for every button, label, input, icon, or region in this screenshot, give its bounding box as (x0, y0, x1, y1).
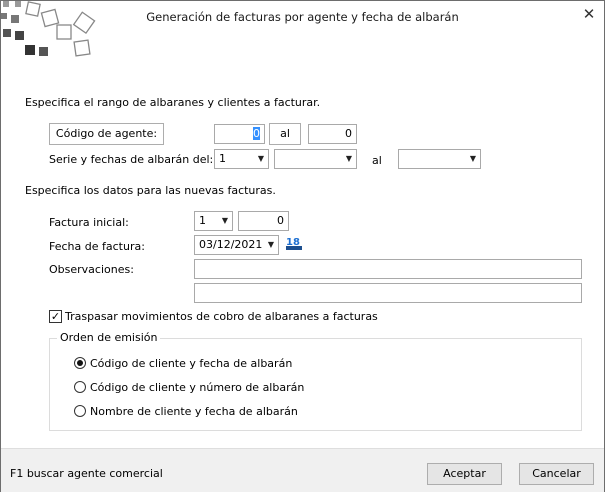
agent-from-value: 0 (253, 127, 260, 140)
title-bar: Generación de facturas por agente y fech… (1, 1, 604, 57)
footer-hint: F1 buscar agente comercial (10, 467, 163, 480)
footer-bar: F1 buscar agente comercial Aceptar Cance… (1, 448, 604, 492)
order-radio-1[interactable] (74, 357, 86, 369)
al-button[interactable]: al (269, 123, 301, 145)
al-label: al (372, 154, 382, 167)
agent-from-field[interactable]: 0 (214, 124, 265, 144)
chevron-down-icon: ▼ (267, 240, 274, 249)
initial-serie-select[interactable]: 1 ▼ (194, 211, 233, 231)
order-option-2-label[interactable]: Código de cliente y número de albarán (90, 381, 304, 394)
dialog-window: Generación de facturas por agente y fech… (0, 0, 605, 492)
accept-button[interactable]: Aceptar (427, 463, 502, 485)
serie-value: 1 (219, 152, 226, 165)
notes-field-line2[interactable] (194, 283, 582, 303)
serie-label: Serie y fechas de albarán del: (49, 153, 214, 166)
date-to-select[interactable]: ▼ (398, 149, 481, 169)
new-invoices-heading: Especifica los datos para las nuevas fac… (25, 184, 276, 197)
agent-code-button[interactable]: Código de agente: (49, 123, 164, 145)
calendar-icon[interactable]: 18 (285, 234, 303, 252)
notes-field-line1[interactable] (194, 259, 582, 279)
range-heading: Especifica el rango de albaranes y clien… (25, 96, 321, 109)
invoice-date-value: 03/12/2021 (199, 238, 263, 251)
close-icon[interactable]: ✕ (581, 5, 597, 23)
cancel-button[interactable]: Cancelar (519, 463, 594, 485)
order-legend: Orden de emisión (57, 331, 161, 344)
notes-label: Observaciones: (49, 263, 134, 276)
chevron-down-icon: ▼ (221, 216, 228, 225)
date-from-select[interactable]: ▼ (274, 149, 357, 169)
order-option-3-label[interactable]: Nombre de cliente y fecha de albarán (90, 405, 298, 418)
initial-number-field[interactable]: 0 (238, 211, 289, 231)
initial-invoice-label: Factura inicial: (49, 216, 129, 229)
agent-to-field[interactable]: 0 (308, 124, 357, 144)
chevron-down-icon: ▼ (345, 154, 352, 163)
invoice-date-label: Fecha de factura: (49, 240, 145, 253)
serie-select[interactable]: 1 ▼ (214, 149, 269, 169)
transfer-label[interactable]: Traspasar movimientos de cobro de albara… (65, 310, 378, 323)
order-radio-2[interactable] (74, 381, 86, 393)
invoice-date-picker[interactable]: 03/12/2021 ▼ (194, 235, 279, 255)
order-option-1-label[interactable]: Código de cliente y fecha de albarán (90, 357, 292, 370)
chevron-down-icon: ▼ (257, 154, 264, 163)
chevron-down-icon: ▼ (469, 154, 476, 163)
order-radio-3[interactable] (74, 405, 86, 417)
window-title: Generación de facturas por agente y fech… (146, 10, 459, 24)
initial-serie-value: 1 (199, 214, 206, 227)
transfer-checkbox[interactable]: ✓ (49, 310, 62, 323)
